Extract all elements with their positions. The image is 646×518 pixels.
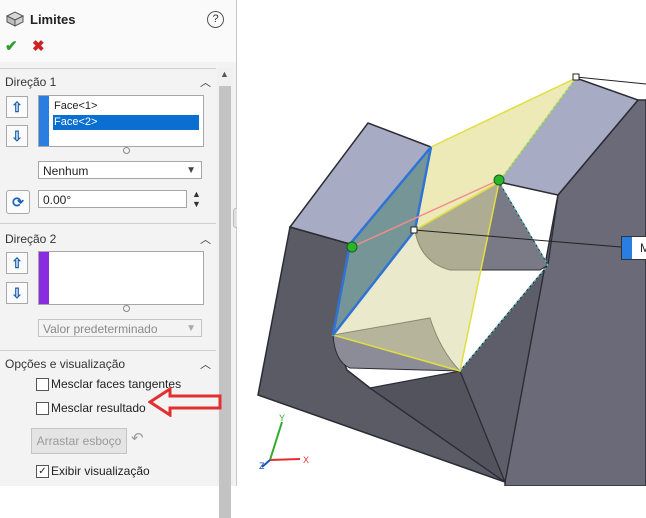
drag-sketch-button[interactable]: Arrastar esboço (31, 428, 127, 454)
direction2-end-condition-select[interactable]: Valor predeterminado ▼ (38, 319, 202, 337)
graphics-viewport[interactable]: Y X Z (237, 0, 646, 487)
divider (0, 223, 216, 224)
model-3d (257, 73, 646, 487)
divider (0, 350, 216, 351)
move-down-button[interactable]: ⇩ (6, 125, 28, 147)
move-up-button[interactable]: ⇧ (6, 252, 28, 274)
undo-icon[interactable]: ↶ (131, 429, 144, 447)
axis-x-label: X (303, 455, 310, 465)
axis-z-label: Z (259, 461, 265, 471)
panel-title: Limites (30, 12, 76, 27)
chevron-down-icon: ▼ (186, 323, 196, 334)
merge-result-label: Mesclar resultado (51, 401, 146, 415)
direction2-title: Direção 2 (5, 232, 57, 246)
reverse-direction-button[interactable]: ⟳ (6, 190, 30, 214)
callout-box[interactable]: M (621, 236, 646, 260)
direction1-title: Direção 1 (5, 75, 57, 89)
resize-handle[interactable] (123, 305, 130, 312)
move-up-button[interactable]: ⇧ (6, 96, 28, 118)
resize-handle[interactable] (123, 147, 130, 154)
direction2-collapse-icon[interactable]: ︿ (200, 231, 211, 247)
chevron-down-icon: ▼ (186, 165, 196, 176)
help-icon[interactable]: ? (207, 11, 224, 28)
angle-value: 0.00° (43, 193, 72, 207)
callout-color-bar (622, 237, 632, 259)
list-item[interactable]: Face<2> (53, 115, 199, 130)
merge-tangent-checkbox[interactable] (36, 378, 49, 391)
options-collapse-icon[interactable]: ︿ (200, 356, 211, 372)
direction1-collapse-icon[interactable]: ︿ (200, 74, 211, 90)
direction2-listbox[interactable] (38, 251, 204, 305)
scrollbar[interactable]: ▲ (217, 68, 233, 518)
divider (0, 68, 216, 69)
annotation-arrow (148, 387, 222, 417)
scrollbar-thumb[interactable] (219, 86, 231, 518)
end-condition-select[interactable]: Nenhum ▼ (38, 161, 202, 179)
callout-text: M (640, 241, 646, 255)
faces-listbox[interactable]: Face<1> Face<2> (38, 95, 204, 147)
scroll-up-icon[interactable]: ▲ (220, 69, 229, 79)
move-down-button[interactable]: ⇩ (6, 282, 28, 304)
show-preview-checkbox[interactable]: ✓ (36, 465, 49, 478)
feature-icon (5, 10, 25, 27)
merge-result-checkbox[interactable] (36, 402, 49, 415)
angle-input[interactable]: 0.00° (38, 190, 187, 208)
direction2-end-condition-value: Valor predeterminado (43, 322, 158, 336)
end-condition-value: Nenhum (43, 164, 89, 178)
list-item[interactable]: Face<1> (53, 99, 199, 114)
cancel-button[interactable]: ✖ (32, 37, 45, 55)
show-preview-label: Exibir visualização (51, 464, 150, 478)
options-title: Opções e visualização (5, 357, 126, 371)
selection-color-bar (39, 252, 49, 304)
ok-button[interactable]: ✔ (5, 37, 18, 55)
selection-color-bar (39, 96, 49, 146)
axis-y-label: Y (279, 413, 286, 423)
panel-header: Limites ? ✔ ✖ (0, 0, 236, 62)
angle-spinner[interactable]: ▲ ▼ (192, 189, 201, 209)
